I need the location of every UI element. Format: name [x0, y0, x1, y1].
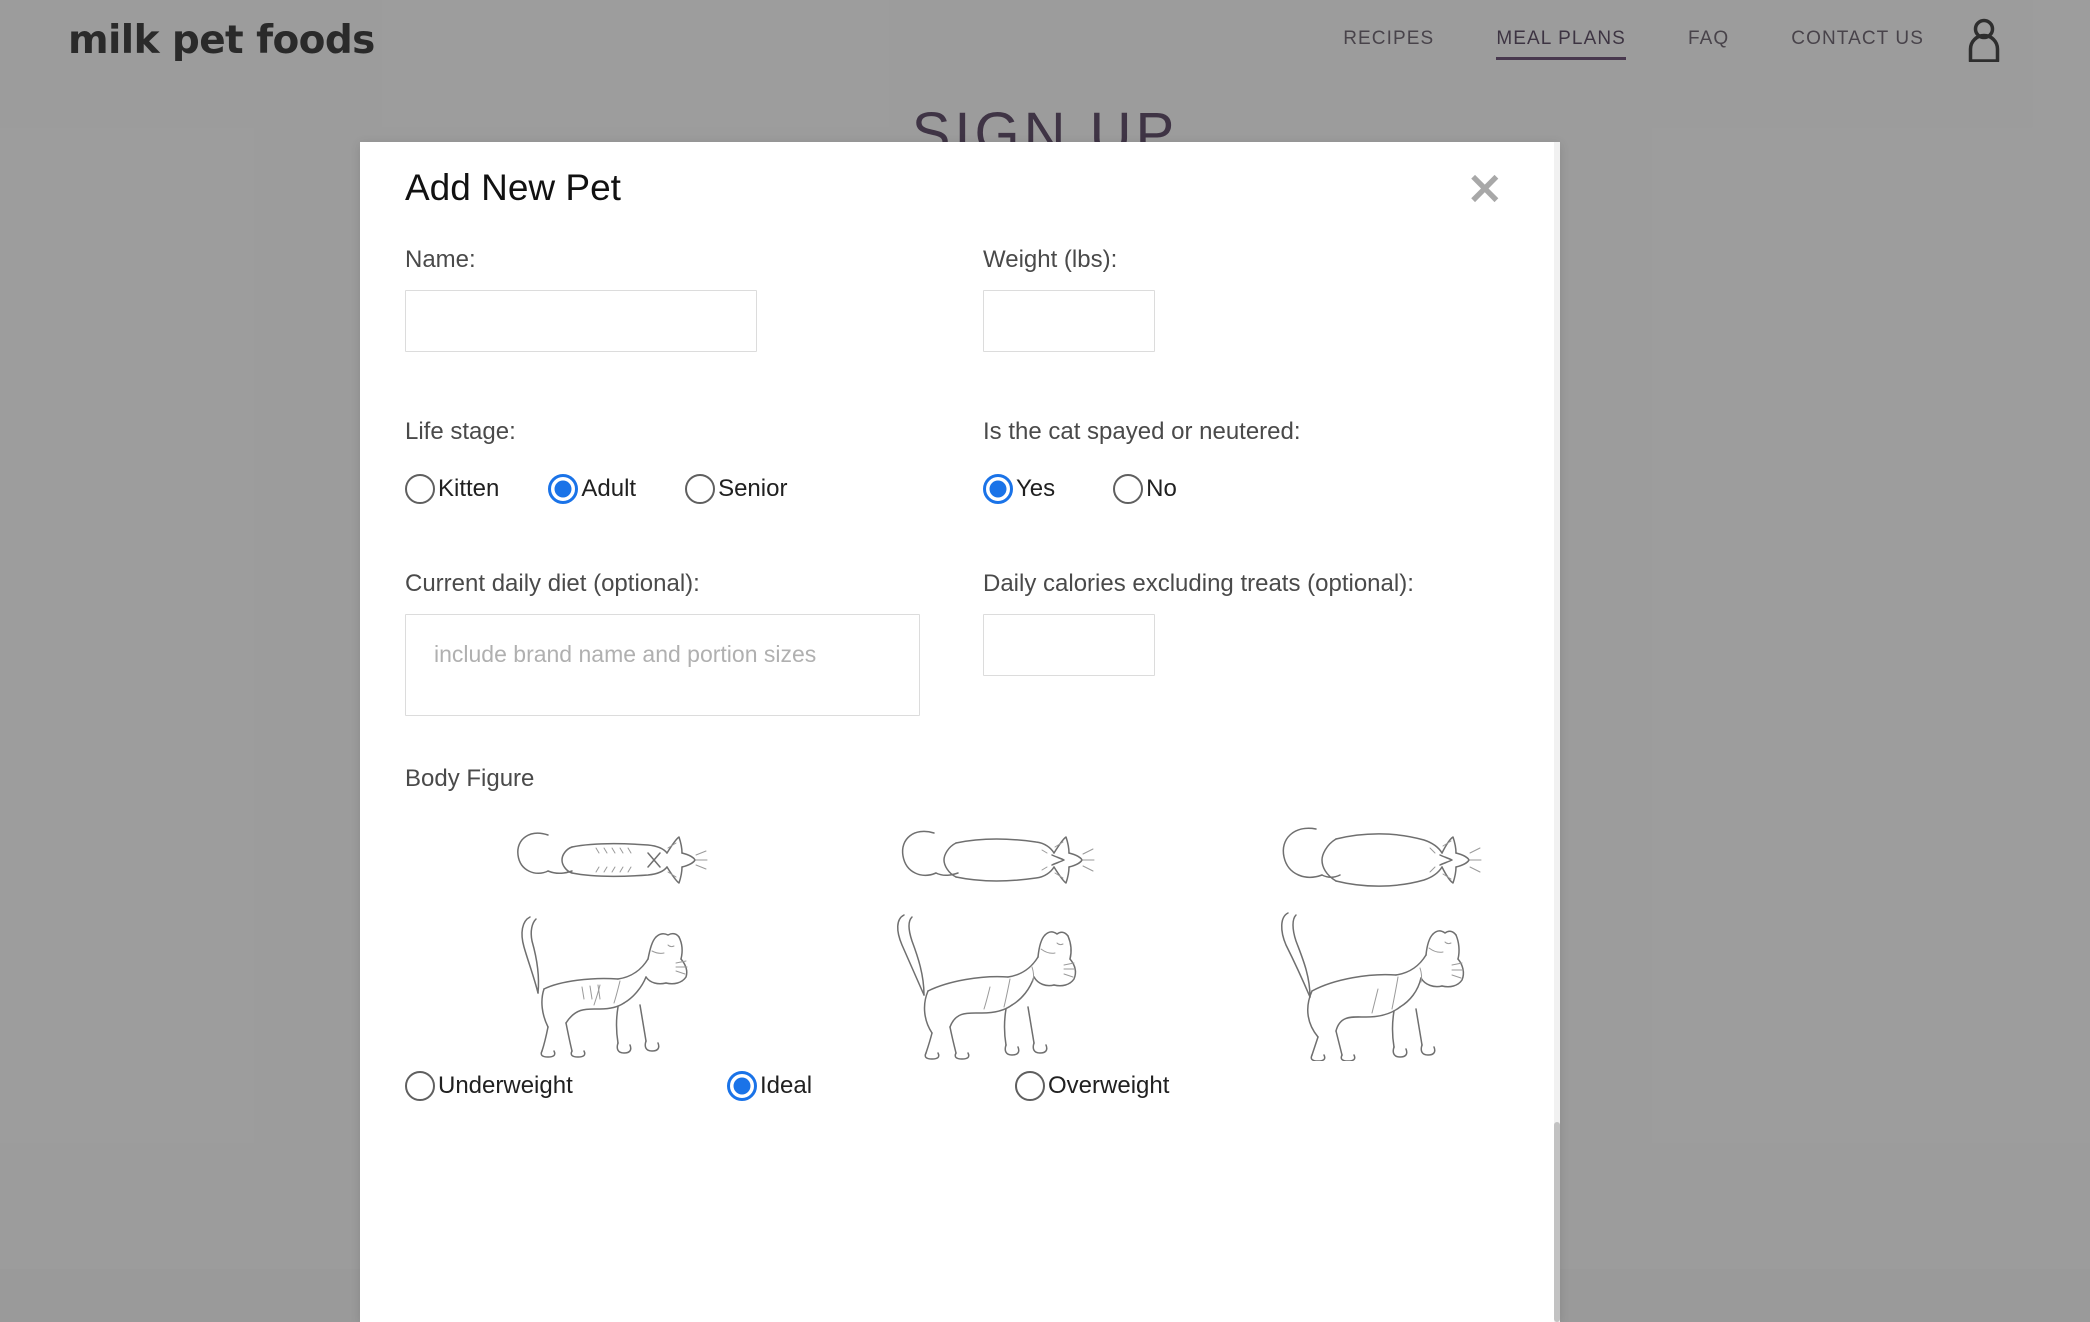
dialog-body: Name: Weight (lbs): Life stage: Kitten — [360, 246, 1560, 1065]
radio-dot-icon — [685, 474, 715, 504]
radio-life-stage-kitten[interactable]: Kitten — [405, 474, 499, 504]
daily-calories-label: Daily calories excluding treats (optiona… — [983, 570, 1515, 598]
row-name-weight: Name: Weight (lbs): — [405, 246, 1515, 352]
radio-label: Overweight — [1048, 1072, 1169, 1100]
dialog-header: Add New Pet × — [360, 142, 1560, 246]
row-lifestage-neuter: Life stage: Kitten Adult Senior — [405, 418, 1515, 504]
body-figure-option-ideal[interactable] — [791, 815, 1177, 1065]
name-label: Name: — [405, 246, 983, 274]
section-body-figure: Body Figure — [405, 765, 1515, 1065]
row-diet-calories: Current daily diet (optional): Daily cal… — [405, 570, 1515, 721]
radio-body-figure-ideal[interactable]: Ideal — [727, 1071, 812, 1101]
radio-body-figure-overweight[interactable]: Overweight — [1015, 1071, 1169, 1101]
spayed-neutered-label: Is the cat spayed or neutered: — [983, 418, 1515, 446]
body-figure-option-overweight[interactable] — [1177, 815, 1560, 1065]
field-spayed-neutered: Is the cat spayed or neutered: Yes No — [983, 418, 1515, 504]
radio-dot-icon — [548, 474, 578, 504]
radio-dot-icon — [405, 474, 435, 504]
radio-dot-icon — [983, 474, 1013, 504]
body-figure-option-underweight[interactable] — [405, 815, 791, 1065]
life-stage-label: Life stage: — [405, 418, 983, 446]
field-weight: Weight (lbs): — [983, 246, 1515, 352]
radio-label: Ideal — [760, 1072, 812, 1100]
close-icon[interactable]: × — [1465, 164, 1504, 210]
field-name: Name: — [405, 246, 983, 352]
field-life-stage: Life stage: Kitten Adult Senior — [405, 418, 983, 504]
radio-label: Senior — [718, 475, 787, 503]
weight-input[interactable] — [983, 290, 1155, 352]
radio-dot-icon — [1015, 1071, 1045, 1101]
add-new-pet-dialog: Add New Pet × Name: Weight (lbs): Life s… — [360, 142, 1560, 1322]
cat-illustration-underweight — [405, 815, 791, 1065]
radio-label: Underweight — [438, 1072, 573, 1100]
radio-life-stage-adult[interactable]: Adult — [548, 474, 636, 504]
radio-dot-icon — [727, 1071, 757, 1101]
radio-dot-icon — [1113, 474, 1143, 504]
radio-dot-icon — [405, 1071, 435, 1101]
daily-calories-input[interactable] — [983, 614, 1155, 676]
radio-label: Kitten — [438, 475, 499, 503]
life-stage-radio-group: Kitten Adult Senior — [405, 474, 983, 504]
radio-spayed-yes[interactable]: Yes — [983, 474, 1055, 504]
radio-body-figure-underweight[interactable]: Underweight — [405, 1071, 573, 1101]
spayed-neutered-radio-group: Yes No — [983, 474, 1515, 504]
current-diet-label: Current daily diet (optional): — [405, 570, 983, 598]
radio-life-stage-senior[interactable]: Senior — [685, 474, 787, 504]
radio-label: No — [1146, 475, 1177, 503]
cat-illustration-ideal — [791, 815, 1177, 1065]
name-input[interactable] — [405, 290, 757, 352]
current-diet-textarea[interactable] — [405, 614, 920, 716]
radio-label: Yes — [1016, 475, 1055, 503]
weight-label: Weight (lbs): — [983, 246, 1515, 274]
body-figure-options: Underweight Ideal Overweight — [405, 815, 1515, 1065]
field-current-diet: Current daily diet (optional): — [405, 570, 983, 721]
dialog-title: Add New Pet — [405, 167, 621, 209]
dialog-scrollbar-thumb[interactable] — [1554, 1122, 1560, 1322]
radio-spayed-no[interactable]: No — [1113, 474, 1177, 504]
field-daily-calories: Daily calories excluding treats (optiona… — [983, 570, 1515, 721]
body-figure-radio-group: Underweight Ideal Overweight — [405, 1071, 1515, 1111]
dialog-scrollbar[interactable] — [1554, 142, 1560, 1322]
body-figure-label: Body Figure — [405, 765, 1515, 793]
radio-label: Adult — [581, 475, 636, 503]
cat-illustration-overweight — [1177, 815, 1560, 1065]
